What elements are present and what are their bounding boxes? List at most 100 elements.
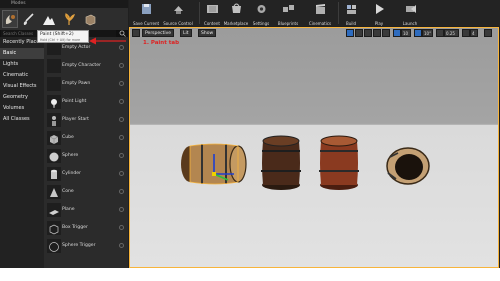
settings-icon: [257, 5, 265, 13]
placeable-items: Empty Actor Empty Character Empty Pawn P…: [44, 37, 128, 268]
info-icon[interactable]: [119, 171, 124, 176]
content-button[interactable]: Content: [201, 1, 223, 26]
info-icon[interactable]: [119, 243, 124, 248]
plane-thumbnail: [47, 203, 61, 217]
list-item[interactable]: Sphere: [44, 147, 128, 165]
modes-panel-title: Modes: [0, 0, 128, 8]
rotation-snap-value[interactable]: 10°: [422, 29, 433, 37]
list-item[interactable]: Cube: [44, 129, 128, 147]
info-icon[interactable]: [119, 135, 124, 140]
info-icon[interactable]: [119, 81, 124, 86]
info-icon[interactable]: [119, 99, 124, 104]
info-icon[interactable]: [119, 153, 124, 158]
barrel-red[interactable]: [318, 135, 360, 191]
mode-tabs: [0, 8, 128, 30]
marketplace-button[interactable]: Marketplace: [223, 1, 249, 26]
category-all-classes[interactable]: All Classes: [0, 114, 44, 125]
save-icon: [141, 4, 151, 14]
camera-speed-icon[interactable]: [462, 29, 470, 37]
camera-speed-value[interactable]: 4: [470, 29, 478, 37]
player-start-thumbnail: [47, 113, 61, 127]
place-mode-tab[interactable]: [2, 10, 18, 28]
scale-snap-icon[interactable]: [436, 29, 444, 37]
category-geometry[interactable]: Geometry: [0, 92, 44, 103]
landscape-mode-tab[interactable]: [41, 10, 57, 28]
show-button[interactable]: Show: [198, 29, 217, 37]
save-current-button[interactable]: Save Current: [131, 1, 161, 26]
info-icon[interactable]: [119, 189, 124, 194]
list-item[interactable]: Empty Pawn: [44, 75, 128, 93]
sphere-thumbnail: [47, 149, 61, 163]
play-button[interactable]: Play: [369, 1, 389, 26]
category-cinematic[interactable]: Cinematic: [0, 70, 44, 81]
foliage-mode-tab[interactable]: [61, 10, 77, 28]
viewport-options-icon[interactable]: [132, 29, 140, 37]
category-lights[interactable]: Lights: [0, 59, 44, 70]
info-icon[interactable]: [119, 207, 124, 212]
category-list: Recently Placed Basic Lights Cinematic V…: [0, 37, 44, 268]
category-basic[interactable]: Basic: [0, 48, 44, 59]
list-item[interactable]: Sphere Trigger: [44, 237, 128, 255]
scale-snap-value[interactable]: 0.25: [444, 29, 459, 37]
source-control-button[interactable]: Source Control: [162, 1, 194, 26]
build-icon: [346, 5, 356, 14]
rotate-icon[interactable]: [355, 29, 363, 37]
cube-thumbnail: [47, 131, 61, 145]
place-mode-icon: [5, 14, 15, 24]
main-toolbar: Save Current Source Control Content Mark…: [129, 0, 500, 26]
rotation-snap-icon[interactable]: [414, 29, 422, 37]
list-item[interactable]: Player Start: [44, 111, 128, 129]
maximize-icon[interactable]: [484, 29, 492, 37]
settings-button[interactable]: Settings: [250, 1, 272, 26]
list-item[interactable]: Cone: [44, 183, 128, 201]
barrel-selected[interactable]: [178, 136, 253, 191]
perspective-button[interactable]: Perspective: [142, 29, 175, 37]
box-trigger-thumbnail: [47, 221, 61, 235]
geometry-icon: [85, 14, 95, 25]
marketplace-icon: [231, 3, 241, 13]
scale-icon[interactable]: [364, 29, 372, 37]
launch-button[interactable]: Launch: [399, 1, 421, 26]
grid-snap-icon[interactable]: [393, 29, 401, 37]
info-icon[interactable]: [119, 225, 124, 230]
blueprints-button[interactable]: Blueprints: [276, 1, 300, 26]
blueprints-icon: [282, 5, 294, 12]
category-visual-effects[interactable]: Visual Effects: [0, 81, 44, 92]
cinematics-icon: [315, 4, 325, 14]
build-button[interactable]: Build: [341, 1, 361, 26]
translate-icon[interactable]: [346, 29, 354, 37]
info-icon[interactable]: [119, 117, 124, 122]
foliage-icon: [64, 12, 75, 25]
geometry-mode-tab[interactable]: [82, 10, 98, 28]
list-item[interactable]: Box Trigger: [44, 219, 128, 237]
toolbar-separator: [199, 2, 200, 24]
paint-tooltip: Paint (Shift+2) Hold (Ctrl + Alt) for mo…: [37, 30, 89, 43]
barrel-open[interactable]: [382, 143, 432, 188]
content-icon: [206, 5, 218, 13]
cylinder-thumbnail: [47, 167, 61, 181]
actor-thumbnail: [47, 41, 61, 55]
lit-button[interactable]: Lit: [180, 29, 192, 37]
grid-snap-value[interactable]: 10: [401, 29, 411, 37]
list-item[interactable]: Cylinder: [44, 165, 128, 183]
list-item[interactable]: Empty Character: [44, 57, 128, 75]
source-control-icon: [173, 6, 183, 14]
landscape-icon: [43, 15, 55, 25]
annotation-label: 1. Paint tab: [143, 40, 180, 46]
unreal-editor: Modes Search Classes Recently Placed Bas…: [0, 0, 500, 268]
cinematics-button[interactable]: Cinematics: [306, 1, 334, 26]
pawn-thumbnail: [47, 77, 61, 91]
paint-mode-tab[interactable]: [20, 10, 36, 28]
sphere-trigger-thumbnail: [47, 239, 61, 253]
barrel-dark[interactable]: [260, 135, 302, 191]
list-item[interactable]: Point Light: [44, 93, 128, 111]
surface-snap-icon[interactable]: [382, 29, 390, 37]
play-icon: [375, 4, 384, 14]
annotation-arrow: [89, 37, 126, 45]
world-local-icon[interactable]: [373, 29, 381, 37]
level-viewport[interactable]: Perspective Lit Show 10 10° 0.25 4 1. Pa…: [129, 27, 499, 268]
category-volumes[interactable]: Volumes: [0, 103, 44, 114]
viewport-toolbar: Perspective Lit Show 10 10° 0.25 4: [130, 28, 498, 39]
list-item[interactable]: Plane: [44, 201, 128, 219]
info-icon[interactable]: [119, 63, 124, 68]
